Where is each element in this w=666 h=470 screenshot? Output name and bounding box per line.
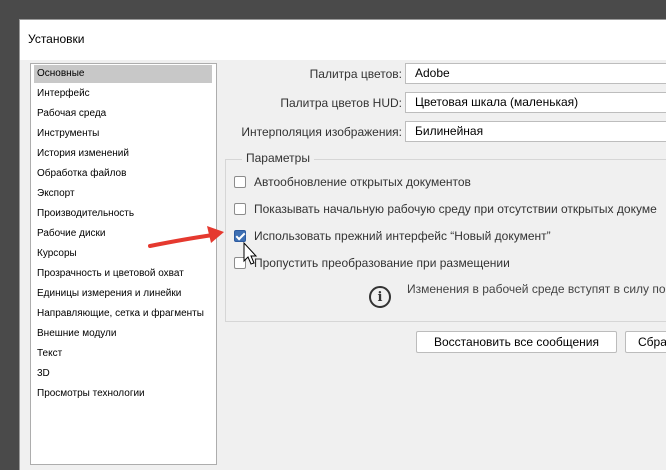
checkbox[interactable] [234,203,246,215]
interpolation-select[interactable]: Билинейная [405,121,666,142]
color-picker-label: Палитра цветов: [309,67,402,81]
sidebar-item-type[interactable]: Текст [34,345,212,363]
sidebar-item-guides[interactable]: Направляющие, сетка и фрагменты [34,305,212,323]
info-message: Изменения в рабочей среде вступят в силу… [407,282,666,296]
sidebar-item-history[interactable]: История изменений [34,145,212,163]
color-picker-select[interactable]: Adobe [405,63,666,84]
sidebar-item-performance[interactable]: Производительность [34,205,212,223]
option-label: Автообновление открытых документов [254,175,471,189]
options-group-title: Параметры [242,151,314,165]
checkbox[interactable] [234,257,246,269]
info-icon: i [369,286,391,308]
sidebar-item-interface[interactable]: Интерфейс [34,85,212,103]
sidebar-item-transparency[interactable]: Прозрачность и цветовой охват [34,265,212,283]
checkbox[interactable] [234,176,246,188]
option-label: Показывать начальную рабочую среду при о… [254,202,657,216]
hud-picker-label: Палитра цветов HUD: [280,96,402,110]
sidebar-item-scratch-disks[interactable]: Рабочие диски [34,225,212,243]
title-bar: Установки [20,20,666,60]
hud-picker-select[interactable]: Цветовая шкала (маленькая) [405,92,666,113]
dialog-title: Установки [28,32,85,46]
sidebar-item-plugins[interactable]: Внешние модули [34,325,212,343]
sidebar-item-cursors[interactable]: Курсоры [34,245,212,263]
option-label: Использовать прежний интерфейс “Новый до… [254,229,551,243]
reset-all-messages-button[interactable]: Восстановить все сообщения [416,331,617,353]
sidebar-item-units[interactable]: Единицы измерения и линейки [34,285,212,303]
sidebar-item-tools[interactable]: Инструменты [34,125,212,143]
sidebar-item-tech-previews[interactable]: Просмотры технологии [34,385,212,403]
sidebar-item-workspace[interactable]: Рабочая среда [34,105,212,123]
checkbox-checked[interactable] [234,230,246,242]
sidebar-item-general[interactable]: Основные [34,65,212,83]
reset-button[interactable]: Сбра [625,331,666,353]
sidebar-item-export[interactable]: Экспорт [34,185,212,203]
sidebar-item-3d[interactable]: 3D [34,365,212,383]
sidebar-item-file-handling[interactable]: Обработка файлов [34,165,212,183]
interpolation-label: Интерполяция изображения: [241,125,402,139]
preferences-sidebar: Основные Интерфейс Рабочая среда Инструм… [30,63,217,465]
option-label: Пропустить преобразование при размещении [254,256,510,270]
